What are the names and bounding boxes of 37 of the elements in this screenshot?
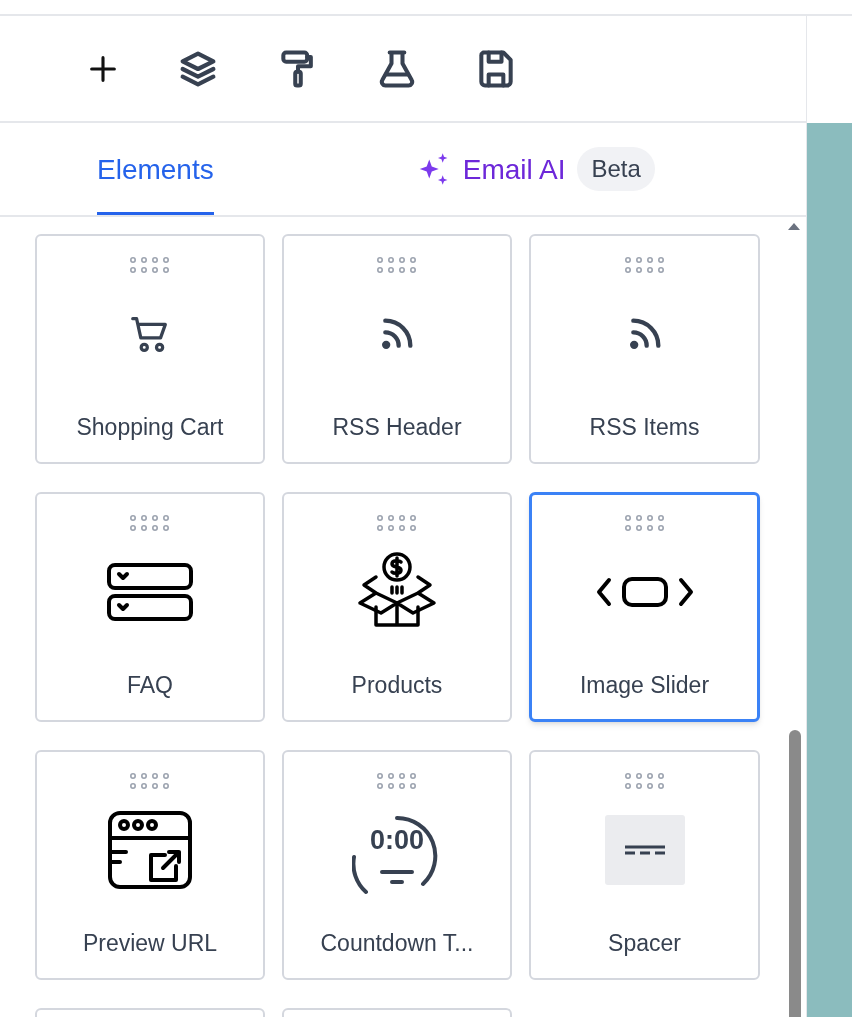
element-card[interactable]: RSS Items [529, 234, 760, 464]
element-label: Countdown T... [320, 929, 474, 958]
scroll-up-icon[interactable] [788, 223, 800, 230]
element-card[interactable]: Image Slider [529, 492, 760, 722]
element-label: Image Slider [579, 671, 710, 700]
element-label: Preview URL [82, 929, 218, 958]
element-label: RSS Items [589, 413, 700, 442]
elements-tab[interactable]: Elements [97, 123, 214, 215]
faq-list-icon [106, 562, 194, 622]
element-card[interactable]: Shopping Cart [35, 234, 265, 464]
element-card[interactable]: FAQ [35, 492, 265, 722]
drag-handle-icon[interactable] [129, 514, 171, 532]
element-label: Shopping Cart [76, 413, 224, 442]
drag-handle-icon[interactable] [376, 514, 418, 532]
beta-badge: Beta [577, 147, 655, 191]
element-label: Products [351, 671, 443, 700]
email-ai-tab[interactable]: Email AI [462, 123, 566, 215]
element-card[interactable]: 0:00 Countdown T... [282, 750, 512, 980]
drag-handle-icon[interactable] [623, 514, 666, 532]
drag-handle-icon[interactable] [129, 772, 171, 790]
timer-digits: 0:00 [368, 827, 425, 854]
element-label: RSS Header [332, 413, 462, 442]
scrollbar-thumb[interactable] [789, 730, 801, 1017]
element-label: Spacer [608, 929, 681, 958]
spacer-icon [604, 815, 685, 885]
browser-link-icon [107, 810, 193, 890]
drag-handle-icon[interactable] [129, 256, 171, 274]
element-card[interactable]: RSS Header [282, 234, 512, 464]
element-card[interactable]: Preview URL [35, 750, 265, 980]
element-card[interactable]: Products [282, 492, 512, 722]
drag-handle-icon[interactable] [376, 256, 418, 274]
drag-handle-icon[interactable] [376, 772, 418, 790]
element-label: FAQ [127, 671, 173, 700]
drag-handle-icon[interactable] [623, 772, 666, 790]
slider-icon [594, 575, 695, 609]
drag-handle-icon[interactable] [623, 256, 666, 274]
element-card[interactable]: Spacer [529, 750, 760, 980]
